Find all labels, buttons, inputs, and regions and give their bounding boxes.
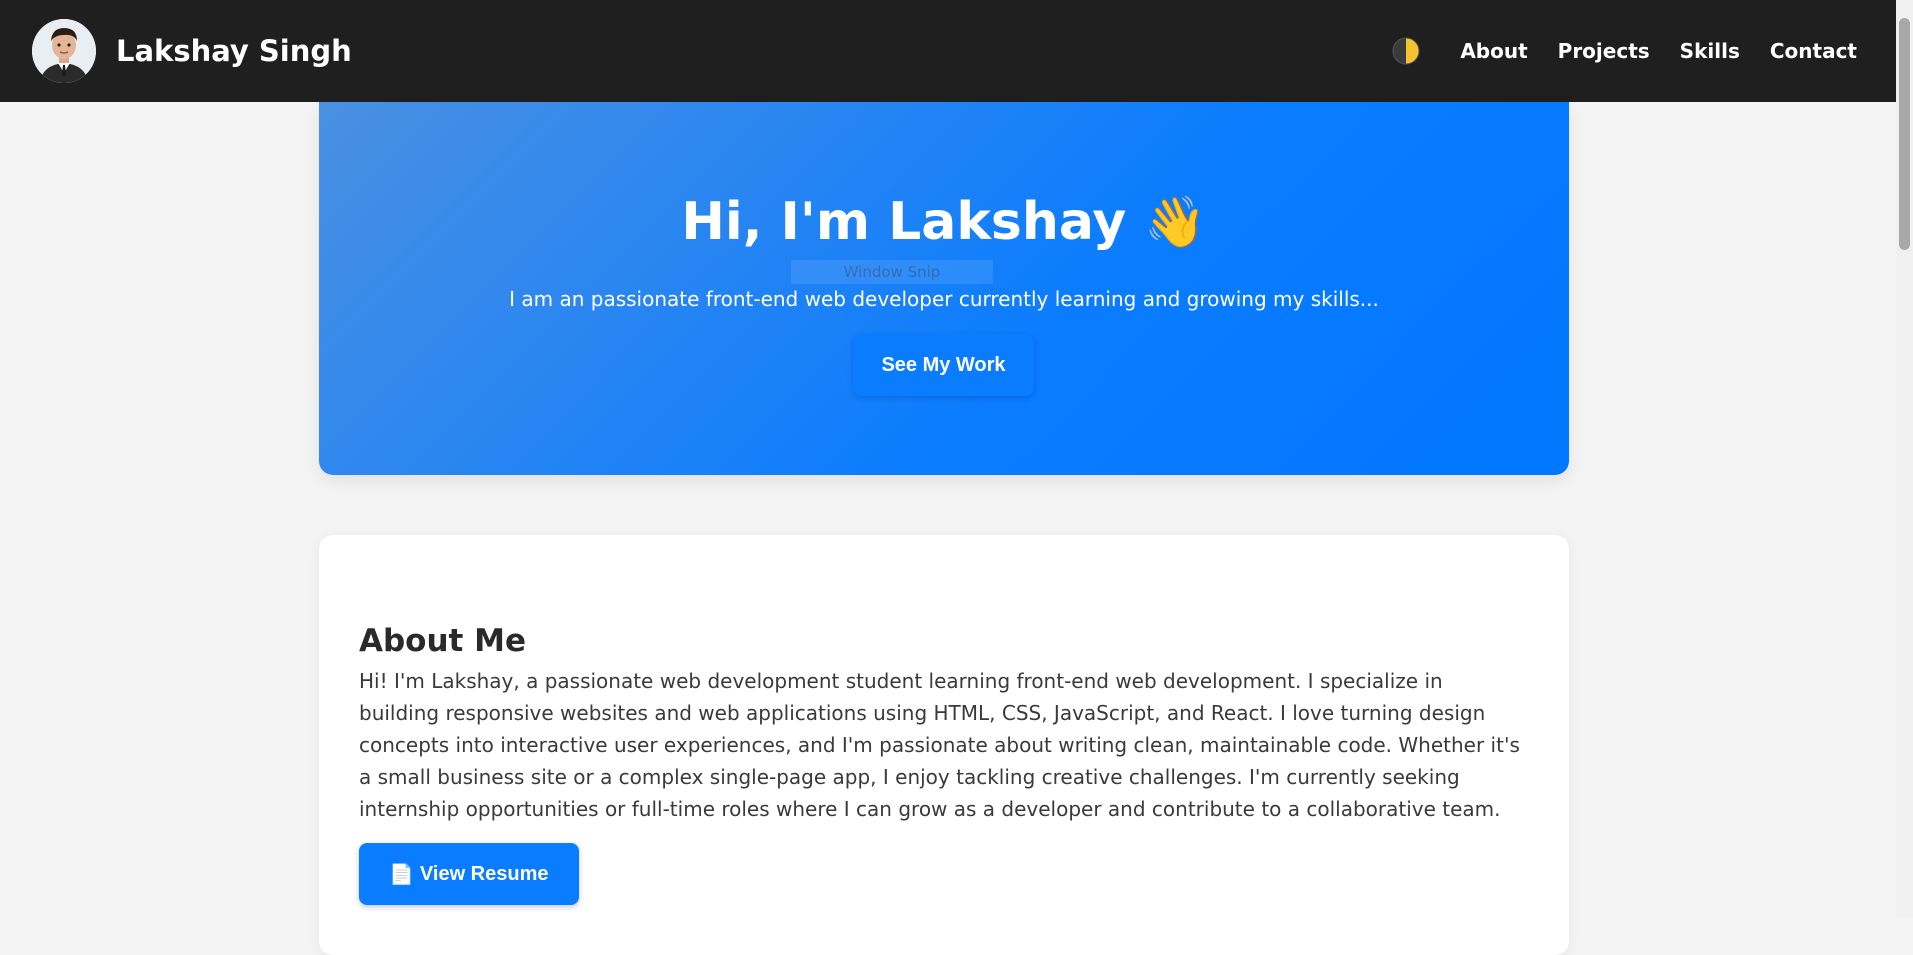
- view-resume-label: View Resume: [419, 862, 549, 885]
- nav-link-contact[interactable]: Contact: [1770, 39, 1857, 63]
- hero-title: Hi, I'm Lakshay 👋: [319, 192, 1569, 252]
- vertical-scrollbar[interactable]: [1896, 0, 1913, 918]
- view-resume-button[interactable]: 📄 View Resume: [359, 843, 579, 905]
- nav-link-about[interactable]: About: [1460, 39, 1527, 63]
- window-snip-label: Window Snip: [791, 260, 993, 284]
- hero-subtitle: I am an passionate front-end web develop…: [509, 287, 1379, 311]
- about-text: Hi! I'm Lakshay, a passionate web develo…: [359, 669, 1520, 821]
- brand-name: Lakshay Singh: [116, 34, 352, 68]
- see-my-work-button[interactable]: See My Work: [853, 334, 1034, 396]
- nav-link-projects[interactable]: Projects: [1558, 39, 1650, 63]
- nav-menu: About Projects Skills Contact: [1392, 37, 1857, 65]
- nav-link-skills[interactable]: Skills: [1680, 39, 1740, 63]
- hero-section: Hi, I'm Lakshay 👋 Window Snip I am an pa…: [319, 102, 1569, 475]
- hero-title-text: Hi, I'm Lakshay: [681, 192, 1127, 252]
- half-moon-icon[interactable]: [1392, 37, 1420, 65]
- user-avatar-icon: [32, 19, 96, 83]
- about-title: About Me: [359, 623, 527, 659]
- navbar: Lakshay Singh About Projects Skills Cont…: [0, 0, 1913, 102]
- scrollbar-thumb[interactable]: [1899, 18, 1910, 250]
- document-icon: 📄: [389, 863, 414, 886]
- about-section: About Me Hi! I'm Lakshay, a passionate w…: [319, 535, 1569, 955]
- wave-emoji-icon: 👋: [1144, 193, 1207, 251]
